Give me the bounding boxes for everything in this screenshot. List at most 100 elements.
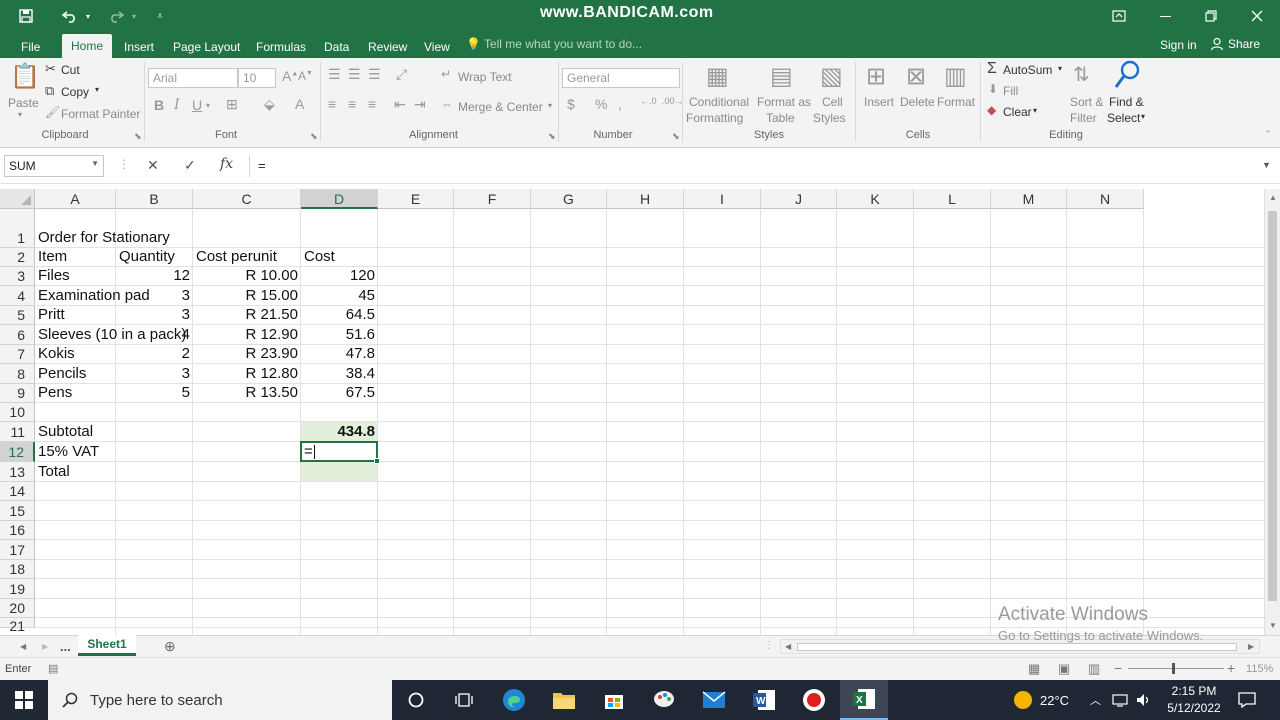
font-size-combo[interactable]: 10 [238, 68, 276, 88]
format-as-table-button[interactable]: Format as [757, 95, 811, 109]
cell-a7[interactable]: Kokis [38, 345, 75, 363]
align-right-icon[interactable]: ≡ [368, 96, 376, 112]
name-box[interactable]: SUM ▼ [4, 155, 104, 177]
tab-insert[interactable]: Insert [123, 36, 155, 58]
sign-in-link[interactable]: Sign in [1160, 38, 1197, 52]
row-header-15[interactable]: 15 [0, 501, 35, 521]
word-icon[interactable]: W [740, 680, 788, 720]
cut-icon[interactable]: ✂ [45, 61, 56, 77]
file-explorer-icon[interactable] [540, 680, 588, 720]
formula-input[interactable]: = [249, 155, 1259, 177]
row-header-12[interactable]: 12 [0, 442, 35, 462]
cell-styles-button[interactable]: Cell [822, 95, 843, 109]
column-header-n[interactable]: N [1067, 189, 1144, 209]
italic-icon[interactable]: I [174, 97, 180, 113]
column-header-k[interactable]: K [837, 189, 914, 209]
column-header-l[interactable]: L [914, 189, 991, 209]
redo-icon[interactable] [104, 4, 128, 28]
row-header-9[interactable]: 9 [0, 384, 35, 403]
fill-color-icon[interactable]: ⬙ [264, 96, 275, 113]
horizontal-scroll-thumb[interactable] [797, 643, 1237, 651]
cell-d7[interactable]: 47.8 [301, 345, 375, 363]
font-launcher-icon[interactable]: ⬊ [310, 131, 318, 142]
fill-handle[interactable] [374, 458, 380, 464]
shrink-font-icon[interactable]: A▼ [298, 69, 313, 83]
cell-a2[interactable]: Item [38, 248, 67, 266]
tab-view[interactable]: View [423, 36, 451, 58]
copy-dropdown-icon[interactable]: ▾ [95, 85, 99, 94]
cell-d2[interactable]: Cost [304, 248, 335, 266]
merge-dropdown-icon[interactable]: ▾ [548, 101, 552, 110]
increase-indent-icon[interactable]: ⇥ [414, 96, 426, 113]
insert-cells-icon[interactable]: ⊞ [866, 62, 886, 91]
name-box-dropdown-icon[interactable]: ▼ [91, 159, 99, 168]
row-header-3[interactable]: 3 [0, 267, 35, 286]
fill-icon[interactable]: ⬇ [988, 82, 998, 96]
font-name-combo[interactable]: Arial [148, 68, 238, 88]
vertical-scroll-thumb[interactable] [1268, 211, 1277, 601]
increase-decimal-icon[interactable]: ←.0 [640, 96, 657, 106]
scroll-right-icon[interactable]: ▶ [1248, 642, 1254, 651]
merge-center-button[interactable]: Merge & Center [458, 100, 543, 114]
tab-home[interactable]: Home [62, 34, 113, 58]
tab-page-layout[interactable]: Page Layout [172, 36, 241, 58]
sheet-more-button[interactable]: ... [60, 639, 71, 654]
merge-icon[interactable]: ⇔ [441, 97, 453, 111]
currency-icon[interactable]: $ [567, 96, 575, 112]
redo-dropdown-icon[interactable]: ▾ [128, 4, 140, 28]
row-header-16[interactable]: 16 [0, 521, 35, 540]
insert-cells-button[interactable]: Insert [864, 95, 894, 109]
taskbar-clock[interactable]: 2:15 PM 5/12/2022 [1160, 683, 1228, 717]
expand-formula-bar-icon[interactable]: ▼ [1262, 160, 1271, 170]
clear-icon[interactable]: ◆ [987, 103, 996, 117]
row-header-14[interactable]: 14 [0, 482, 35, 501]
column-header-c[interactable]: C [193, 189, 301, 209]
show-hidden-icons[interactable]: ︿ [1090, 680, 1101, 720]
column-header-b[interactable]: B [116, 189, 193, 209]
cell-c4[interactable]: R 15.00 [193, 287, 298, 305]
cell-b7[interactable]: 2 [116, 345, 190, 363]
sort-filter-button[interactable]: Sort & [1070, 95, 1103, 109]
excel-taskbar-icon[interactable]: X [840, 680, 888, 720]
align-bottom-icon[interactable]: ☰ [368, 66, 381, 83]
format-cells-button[interactable]: Format [937, 95, 975, 109]
scroll-down-icon[interactable]: ▼ [1269, 621, 1277, 630]
cell-a12[interactable]: 15% VAT [38, 443, 99, 461]
undo-dropdown-icon[interactable]: ▾ [82, 4, 94, 28]
row-header-8[interactable]: 8 [0, 364, 35, 384]
row-header-6[interactable]: 6 [0, 325, 35, 345]
find-select-button[interactable]: Find & [1109, 95, 1144, 109]
cell-b5[interactable]: 3 [116, 306, 190, 324]
align-left-icon[interactable]: ≡ [328, 96, 336, 112]
wrap-text-icon[interactable]: ↵ [441, 67, 451, 81]
customize-qat-icon[interactable]: ⩡ [152, 4, 168, 28]
row-header-1[interactable]: 1 [0, 209, 35, 248]
weather-widget[interactable]: 22°C [1014, 680, 1069, 720]
autosum-button[interactable]: AutoSum [1003, 63, 1052, 77]
mail-icon[interactable] [690, 680, 738, 720]
column-header-i[interactable]: I [684, 189, 761, 209]
column-header-f[interactable]: F [454, 189, 531, 209]
number-format-combo[interactable]: General [562, 68, 680, 88]
edge-browser-icon[interactable] [490, 680, 538, 720]
cancel-entry-icon[interactable]: ✕ [147, 157, 159, 174]
comma-icon[interactable]: , [618, 96, 622, 112]
sheet-next-icon[interactable]: ▶ [42, 642, 48, 651]
cell-b3[interactable]: 12 [116, 267, 190, 285]
cell-c2[interactable]: Cost perunit [196, 248, 277, 266]
save-icon[interactable] [14, 4, 38, 28]
column-header-d[interactable]: D [301, 189, 378, 209]
clear-button[interactable]: Clear [1003, 105, 1032, 119]
bold-icon[interactable]: B [154, 97, 164, 113]
row-header-18[interactable]: 18 [0, 560, 35, 579]
row-header-2[interactable]: 2 [0, 248, 35, 267]
delete-cells-icon[interactable]: ⊠ [906, 62, 926, 91]
worksheet-grid[interactable]: A B C D E F G H I J K L M N 1 2 3 4 5 6 7 8 9 10 11 12 13 14 15 16 17 1… [0, 189, 1264, 635]
row-header-11[interactable]: 11 [0, 422, 35, 442]
cell-a11[interactable]: Subtotal [38, 423, 93, 441]
scroll-left-icon[interactable]: ◀ [785, 642, 791, 651]
tell-me-search[interactable]: 💡 Tell me what you want to do... [466, 37, 642, 51]
conditional-formatting-button[interactable]: Conditional [689, 95, 749, 109]
borders-icon[interactable]: ⊞ [226, 96, 238, 113]
new-sheet-icon[interactable]: ⊕ [164, 638, 176, 655]
